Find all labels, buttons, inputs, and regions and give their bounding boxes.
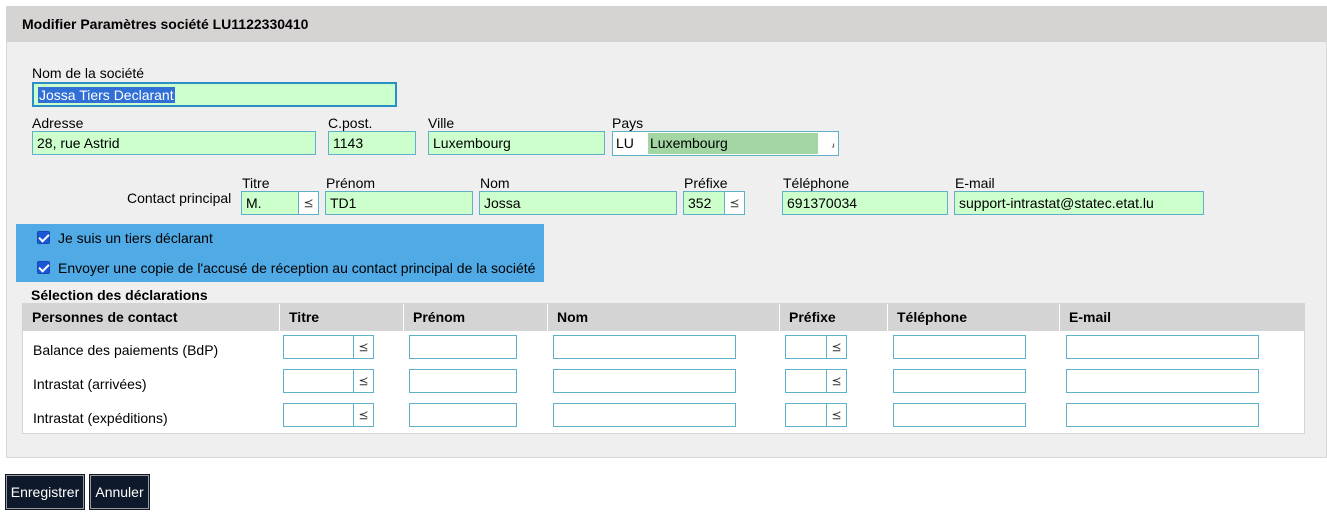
row-bdp-phone-input[interactable] — [893, 335, 1026, 359]
column-header-title: Titre — [279, 304, 403, 331]
row-bdp-title-select[interactable]: ⪯ — [283, 335, 374, 359]
city-input[interactable]: Luxembourg — [428, 131, 605, 155]
row-bdp-firstname-input[interactable] — [409, 335, 517, 359]
double-chevron-down-icon[interactable]: ⪯ — [826, 370, 846, 392]
row-arrivals-email-input[interactable] — [1066, 369, 1259, 393]
column-header-firstname: Prénom — [403, 304, 547, 331]
contact-title-select[interactable]: M. ⪯ — [241, 191, 319, 215]
page-title: Modifier Paramètres société LU1122330410 — [6, 7, 1327, 42]
corner-arrow-icon[interactable]: ⸥ — [831, 136, 835, 149]
contact-phone-label: Téléphone — [783, 175, 850, 191]
row-arrivals-phone-input[interactable] — [893, 369, 1026, 393]
row-arrivals-firstname-input[interactable] — [409, 369, 517, 393]
contact-prefix-select[interactable]: 352 ⪯ — [683, 191, 745, 215]
row-bdp-prefix-select[interactable]: ⪯ — [785, 335, 847, 359]
row-label-bdp: Balance des paiements (BdP) — [33, 342, 219, 358]
top-divider — [6, 0, 1327, 7]
contact-prefix-label: Préfixe — [684, 175, 728, 191]
address-input[interactable]: 28, rue Astrid — [32, 131, 316, 155]
contact-lastname-label: Nom — [480, 175, 510, 191]
third-party-label[interactable]: Je suis un tiers déclarant — [58, 230, 213, 246]
row-shipments-title-select[interactable]: ⪯ — [283, 403, 374, 427]
row-shipments-prefix-select[interactable]: ⪯ — [785, 403, 847, 427]
row-shipments-email-input[interactable] — [1066, 403, 1259, 427]
contact-title-value: M. — [246, 195, 262, 211]
contact-prefix-value: 352 — [688, 195, 712, 211]
company-name-label: Nom de la société — [32, 65, 145, 81]
row-bdp-lastname-input[interactable] — [553, 335, 736, 359]
double-chevron-down-icon[interactable]: ⪯ — [353, 336, 373, 358]
double-chevron-down-icon[interactable]: ⪯ — [353, 404, 373, 426]
postcode-input[interactable]: 1143 — [328, 131, 416, 155]
address-label: Adresse — [32, 115, 84, 131]
declarations-title: Sélection des déclarations — [31, 287, 208, 303]
row-bdp-email-input[interactable] — [1066, 335, 1259, 359]
contact-firstname-input[interactable]: TD1 — [325, 191, 473, 215]
column-header-lastname: Nom — [547, 304, 779, 331]
company-name-value: Jossa Tiers Declarant — [38, 87, 175, 103]
contact-lastname-input[interactable]: Jossa — [479, 191, 677, 215]
contact-email-label: E-mail — [955, 175, 995, 191]
row-arrivals-prefix-select[interactable]: ⪯ — [785, 369, 847, 393]
contact-principal-label: Contact principal — [127, 190, 232, 206]
copy-receipt-checkbox[interactable] — [37, 261, 50, 274]
row-shipments-firstname-input[interactable] — [409, 403, 517, 427]
column-header-prefix: Préfixe — [779, 304, 887, 331]
country-name: Luxembourg — [648, 133, 818, 154]
copy-receipt-label[interactable]: Envoyer une copie de l'accusé de récepti… — [58, 260, 535, 276]
contact-phone-input[interactable]: 691370034 — [782, 191, 948, 215]
row-arrivals-lastname-input[interactable] — [553, 369, 736, 393]
save-button[interactable]: Enregistrer — [5, 474, 85, 510]
row-shipments-lastname-input[interactable] — [553, 403, 736, 427]
city-label: Ville — [428, 115, 455, 131]
contact-email-input[interactable]: support-intrastat@statec.etat.lu — [954, 191, 1204, 215]
company-name-input[interactable]: Jossa Tiers Declarant — [32, 82, 397, 107]
double-chevron-down-icon[interactable]: ⪯ — [353, 370, 373, 392]
table-header: Personnes de contact Titre Prénom Nom Pr… — [23, 304, 1304, 331]
row-arrivals-title-select[interactable]: ⪯ — [283, 369, 374, 393]
postcode-label: C.post. — [328, 115, 373, 131]
country-label: Pays — [612, 115, 644, 131]
double-chevron-down-icon[interactable]: ⪯ — [826, 336, 846, 358]
country-code: LU — [616, 135, 634, 151]
cancel-button[interactable]: Annuler — [89, 474, 150, 510]
column-header-contact: Personnes de contact — [32, 309, 178, 325]
row-label-shipments: Intrastat (expéditions) — [33, 410, 168, 426]
column-header-phone: Téléphone — [887, 304, 1059, 331]
contact-title-label: Titre — [242, 175, 270, 191]
column-header-email: E-mail — [1059, 304, 1304, 331]
row-shipments-phone-input[interactable] — [893, 403, 1026, 427]
country-select[interactable]: LU Luxembourg ⸥ — [612, 131, 839, 156]
row-label-arrivals: Intrastat (arrivées) — [33, 376, 147, 392]
third-party-checkbox[interactable] — [37, 231, 50, 244]
double-chevron-down-icon[interactable]: ⪯ — [298, 192, 318, 214]
double-chevron-down-icon[interactable]: ⪯ — [826, 404, 846, 426]
double-chevron-down-icon[interactable]: ⪯ — [724, 192, 744, 214]
contact-firstname-label: Prénom — [326, 175, 376, 191]
